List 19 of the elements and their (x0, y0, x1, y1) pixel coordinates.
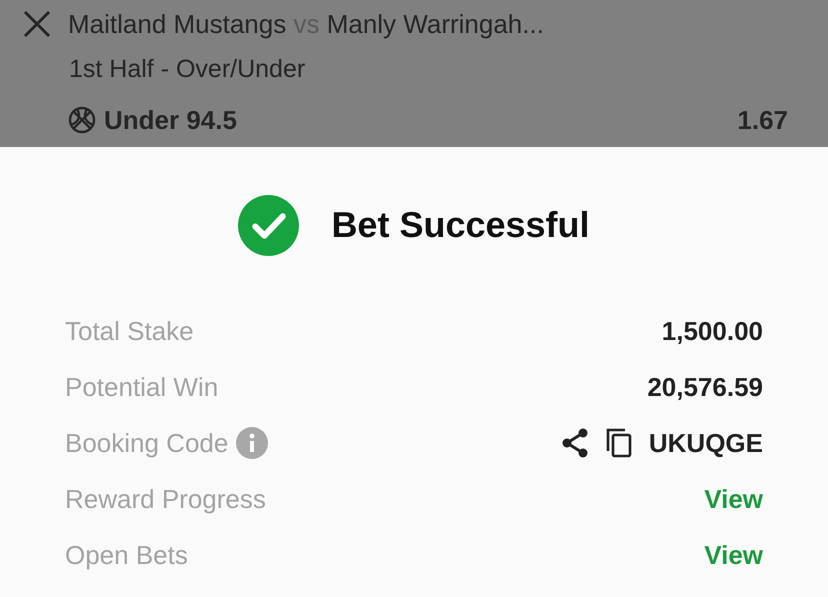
result-title: Bet Successful (331, 203, 590, 247)
market-name: 1st Half - Over/Under (69, 54, 306, 84)
selection-label: Under 94.5 (104, 104, 237, 137)
row-value: 1,500.00 (662, 314, 763, 348)
copy-icon[interactable] (604, 427, 633, 459)
share-icon[interactable] (560, 428, 589, 458)
basketball-icon (68, 106, 96, 134)
row-label: Total Stake (65, 314, 194, 348)
row-value: 20,576.59 (647, 370, 763, 404)
view-link[interactable]: View (704, 536, 763, 574)
close-icon[interactable] (22, 9, 52, 39)
row-label: Reward Progress (65, 482, 266, 516)
odds-value: 1.67 (737, 104, 788, 137)
success-check-icon (238, 194, 300, 256)
row-label: Open Bets (65, 538, 188, 572)
booking-code: UKUQGE (648, 426, 763, 460)
row-label: Potential Win (65, 370, 218, 404)
view-link[interactable]: View (704, 480, 763, 518)
row-label: Booking Code (65, 426, 228, 460)
